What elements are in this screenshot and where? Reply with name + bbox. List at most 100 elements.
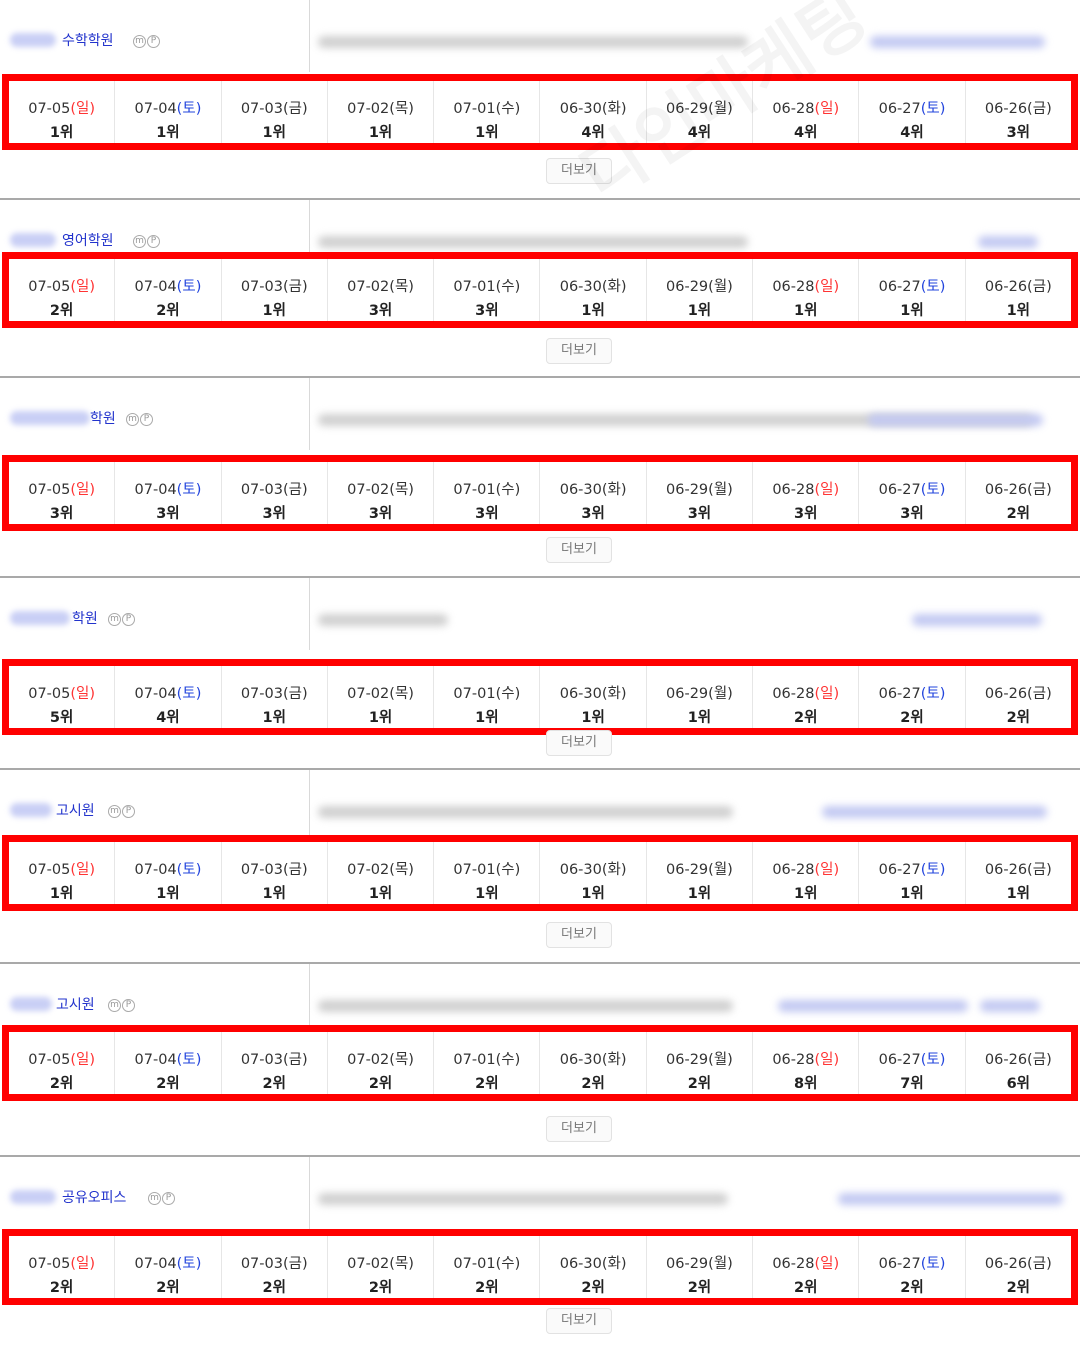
more-button[interactable]: 더보기 — [546, 537, 612, 563]
rank-day-cell: 07-03(금) 1위 — [222, 842, 328, 904]
date-text: 07-04 — [134, 1052, 177, 1068]
weekday-text: 금 — [288, 1052, 302, 1068]
rank-date: 07-04(토) — [134, 279, 202, 295]
date-text: 06-27 — [878, 279, 921, 295]
date-text: 07-05 — [28, 482, 71, 498]
keyword-link[interactable]: 수학학원 — [62, 30, 114, 50]
rank-day-cell: 06-29(월) 4위 — [647, 81, 754, 143]
more-button[interactable]: 더보기 — [546, 730, 612, 756]
rank-value: 3위 — [900, 506, 924, 522]
more-button[interactable]: 더보기 — [546, 158, 612, 184]
rank-date: 06-28(일) — [772, 862, 840, 878]
keyword-link[interactable]: 고시원 — [56, 994, 95, 1014]
keyword-section: 영어학원 m P 07-05(일) 2위 07-04(토) 2위 07-03(금) 1위 07-0… — [0, 200, 1080, 378]
pc-icon: P — [122, 613, 135, 626]
date-text: 07-04 — [134, 686, 177, 702]
rank-history-box: 07-05(일) 2위 07-04(토) 2위 07-03(금) 2위 07-02(목) 2위… — [2, 1229, 1078, 1305]
rank-day-cell: 07-05(일) 2위 — [9, 259, 116, 321]
rank-history-box: 07-05(일) 2위 07-04(토) 2위 07-03(금) 1위 07-02(목) 3위… — [2, 252, 1078, 328]
rank-day-cell: 07-04(토) 4위 — [115, 666, 222, 728]
weekday-text: 일 — [820, 279, 834, 295]
date-text: 06-30 — [559, 482, 602, 498]
weekday-text: 금 — [1032, 482, 1047, 498]
rank-day-cell: 06-26(금) 3위 — [966, 81, 1071, 143]
rank-date: 06-29(월) — [666, 482, 733, 498]
rank-day-cell: 07-05(일) 2위 — [9, 1236, 116, 1298]
rank-day-cell: 07-04(토) 1위 — [115, 842, 222, 904]
more-button[interactable]: 더보기 — [546, 338, 612, 364]
date-text: 07-05 — [28, 686, 71, 702]
rank-value: 3위 — [156, 506, 180, 522]
date-text: 06-30 — [559, 101, 602, 117]
rank-date: 07-04(토) — [134, 101, 202, 117]
weekday-text: 일 — [820, 1052, 834, 1068]
weekday-text: 토 — [926, 279, 940, 295]
keyword-link[interactable]: 학원 — [72, 608, 98, 628]
rank-date: 07-02(목) — [347, 279, 414, 295]
rank-value: 3위 — [262, 506, 286, 522]
rank-day-cell: 07-02(목) 3위 — [328, 259, 435, 321]
rank-date: 07-03(금) — [240, 101, 308, 117]
rank-value: 2위 — [794, 1280, 818, 1296]
rank-day-cell: 07-05(일) 2위 — [9, 1032, 116, 1094]
rank-day-cell: 06-28(일) 2위 — [753, 666, 860, 728]
date-text: 06-28 — [772, 862, 815, 878]
weekday-text: 목 — [394, 1052, 409, 1068]
rank-value: 2위 — [368, 1280, 393, 1296]
rank-date: 06-30(화) — [559, 482, 627, 498]
keyword-link[interactable]: 공유오피스 — [62, 1187, 126, 1207]
rank-date: 07-05(일) — [28, 101, 96, 117]
keyword-link[interactable]: 고시원 — [56, 800, 95, 820]
rank-day-cell: 07-03(금) 1위 — [222, 259, 328, 321]
rank-value: 2위 — [156, 1076, 180, 1092]
keyword-link[interactable]: 학원 — [90, 408, 116, 428]
rank-date: 06-30(화) — [559, 862, 627, 878]
keyword-link[interactable]: 영어학원 — [62, 230, 114, 250]
rank-day-cell: 07-01(수) 1위 — [434, 81, 541, 143]
rank-history-box: 07-05(일) 1위 07-04(토) 1위 07-03(금) 1위 07-02(목) 1위… — [2, 74, 1078, 150]
date-text: 07-04 — [134, 862, 177, 878]
date-text: 06-26 — [984, 482, 1028, 498]
rank-date: 06-26(금) — [984, 686, 1052, 702]
weekday-text: 토 — [182, 1256, 196, 1272]
rank-date: 07-04(토) — [134, 862, 202, 878]
rank-day-cell: 06-28(일) 2위 — [753, 1236, 860, 1298]
weekday-text: 일 — [76, 686, 90, 702]
date-text: 07-03 — [240, 1256, 283, 1272]
weekday-text: 금 — [288, 101, 302, 117]
weekday-text: 화 — [607, 1256, 621, 1272]
date-text: 07-02 — [347, 101, 390, 117]
rank-day-cell: 06-26(금) 2위 — [966, 1236, 1071, 1298]
rank-day-cell: 07-02(목) 2위 — [328, 1236, 435, 1298]
redacted-url — [318, 36, 748, 48]
weekday-text: 금 — [1032, 279, 1047, 295]
weekday-text: 일 — [76, 482, 90, 498]
date-text: 06-28 — [772, 101, 815, 117]
rank-value: 1위 — [581, 303, 605, 319]
mobile-icon: m — [126, 413, 139, 426]
redacted-url — [870, 36, 1045, 48]
rank-day-cell: 06-29(월) 1위 — [647, 842, 754, 904]
weekday-text: 일 — [820, 1256, 834, 1272]
rank-date: 07-03(금) — [240, 482, 308, 498]
weekday-text: 월 — [713, 686, 728, 702]
date-text: 06-28 — [772, 1052, 815, 1068]
rank-value: 1위 — [687, 886, 712, 902]
rank-day-cell: 06-30(화) 3위 — [540, 462, 647, 524]
rank-day-cell: 06-30(화) 1위 — [540, 259, 647, 321]
rank-day-cell: 07-02(목) 1위 — [328, 81, 435, 143]
more-button[interactable]: 더보기 — [546, 1116, 612, 1142]
more-button[interactable]: 더보기 — [546, 1308, 612, 1334]
rank-date: 07-04(토) — [134, 482, 202, 498]
rank-value: 3위 — [1006, 125, 1031, 141]
mobile-icon: m — [133, 235, 146, 248]
more-button[interactable]: 더보기 — [546, 922, 612, 948]
rank-value: 1위 — [475, 886, 499, 902]
rank-value: 3위 — [49, 506, 74, 522]
date-text: 07-05 — [28, 101, 71, 117]
rank-value: 2위 — [900, 1280, 924, 1296]
rank-date: 07-01(수) — [453, 862, 521, 878]
rank-date: 07-03(금) — [240, 279, 308, 295]
weekday-text: 일 — [76, 1052, 90, 1068]
rank-value: 1위 — [368, 710, 393, 726]
